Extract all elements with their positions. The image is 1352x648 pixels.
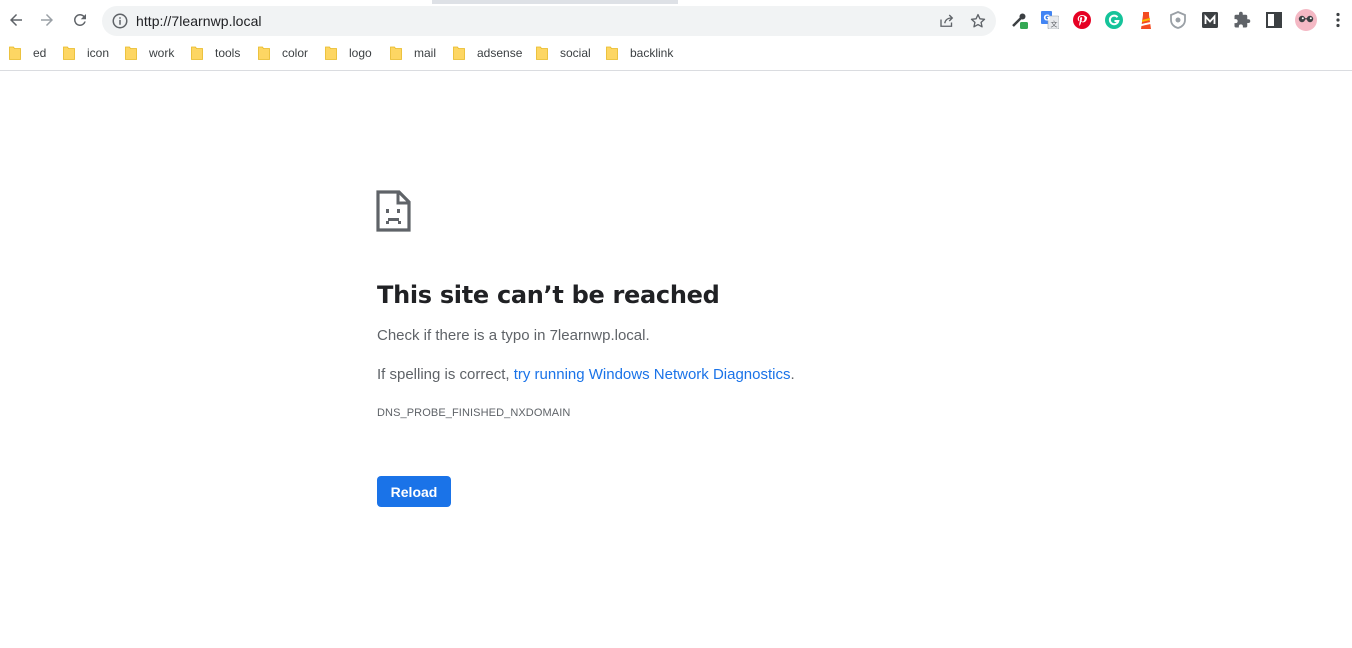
folder-icon [191, 46, 203, 60]
diagnostics-suggestion: If spelling is correct, try running Wind… [377, 366, 795, 383]
bookmark-label: work [149, 46, 175, 60]
url-text[interactable]: http://7learnwp.local [136, 13, 262, 29]
folder-icon [125, 46, 137, 60]
menu-dots-icon[interactable] [1329, 11, 1347, 29]
google-translate-icon[interactable]: G文 [1041, 11, 1059, 29]
svg-text:G: G [1044, 14, 1051, 23]
folder-icon [258, 46, 270, 60]
reload-button[interactable] [66, 6, 94, 34]
folder-icon [325, 46, 337, 60]
bookmark-label: social [560, 46, 591, 60]
folder-icon [390, 46, 402, 60]
arrow-right-icon [41, 14, 53, 26]
address-bar[interactable]: http://7learnwp.local [102, 6, 996, 36]
share-icon[interactable] [938, 12, 956, 30]
bookmark-folder-icon[interactable]: icon [63, 44, 109, 62]
bookmark-folder-work[interactable]: work [125, 44, 174, 62]
side-panel-icon[interactable] [1265, 11, 1283, 29]
puzzle-icon[interactable] [1233, 11, 1251, 29]
network-diagnostics-link[interactable]: try running Windows Network Diagnostics [514, 366, 791, 383]
bookmark-label: ed [33, 46, 47, 60]
error-code: DNS_PROBE_FINISHED_NXDOMAIN [377, 407, 571, 419]
diagnostics-suffix: . [790, 366, 795, 383]
bookmarks-bar: ed icon work tools color logo mail adsen… [0, 38, 1352, 71]
forward-button[interactable] [33, 6, 61, 34]
bookmark-folder-mail[interactable]: mail [390, 44, 436, 62]
bookmark-label: mail [414, 46, 437, 60]
bookmark-label: tools [215, 46, 241, 60]
bookmark-label: logo [349, 46, 372, 60]
arrow-left-icon [10, 14, 22, 26]
folder-icon [606, 46, 618, 60]
star-icon[interactable] [969, 12, 987, 30]
folder-icon [9, 46, 21, 60]
grammarly-icon[interactable] [1105, 11, 1123, 29]
bookmark-folder-backlink[interactable]: backlink [606, 44, 673, 62]
bookmark-folder-logo[interactable]: logo [325, 44, 372, 62]
folder-icon [63, 46, 75, 60]
error-headline: This site can’t be reached [377, 281, 720, 309]
bookmark-folder-ed[interactable]: ed [9, 44, 46, 62]
bookmark-label: backlink [630, 46, 674, 60]
back-button[interactable] [2, 6, 30, 34]
bookmark-label: icon [87, 46, 110, 60]
sad-page-icon [376, 190, 411, 232]
color-picker-icon[interactable] [1010, 11, 1028, 29]
profile-avatar-icon[interactable] [1295, 9, 1317, 31]
pinterest-icon[interactable] [1073, 11, 1091, 29]
m-icon[interactable] [1201, 11, 1219, 29]
lighthouse-icon[interactable] [1137, 11, 1155, 29]
diagnostics-prefix: If spelling is correct, [377, 366, 514, 383]
reload-icon [73, 13, 86, 26]
typo-suggestion: Check if there is a typo in 7learnwp.loc… [377, 327, 650, 344]
bookmark-label: adsense [477, 46, 523, 60]
bookmark-folder-tools[interactable]: tools [191, 44, 240, 62]
bookmark-label: color [282, 46, 309, 60]
browser-toolbar: http://7learnwp.local G文 [0, 4, 1352, 38]
info-icon[interactable] [111, 12, 129, 30]
folder-icon [453, 46, 465, 60]
bookmark-folder-adsense[interactable]: adsense [453, 44, 522, 62]
reload-page-button[interactable]: Reload [377, 476, 451, 507]
svg-text:文: 文 [1051, 20, 1058, 29]
folder-icon [536, 46, 548, 60]
bookmark-folder-color[interactable]: color [258, 44, 308, 62]
bookmark-folder-social[interactable]: social [536, 44, 591, 62]
shield-icon[interactable] [1169, 11, 1187, 29]
